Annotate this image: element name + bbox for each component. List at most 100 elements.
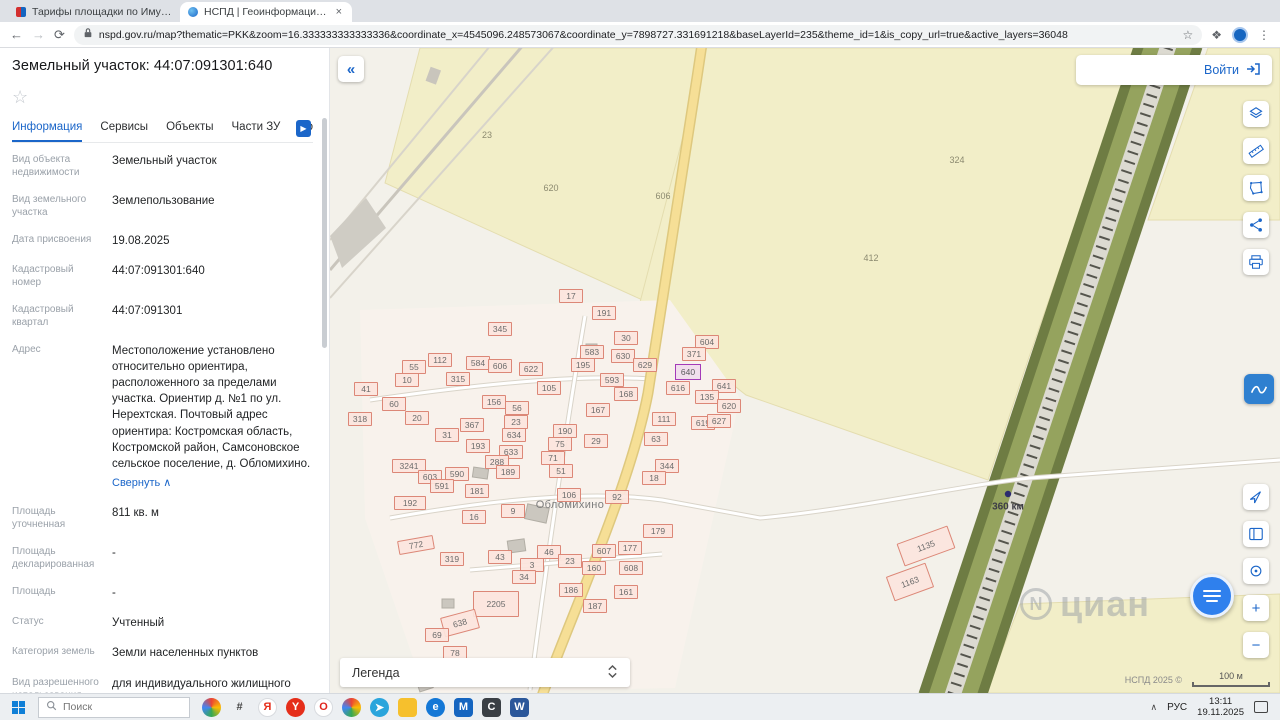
zoom-out-button[interactable]: −: [1243, 632, 1269, 658]
map-label-135[interactable]: 135: [695, 390, 719, 404]
map-label-18[interactable]: 18: [642, 471, 666, 485]
map-label-620[interactable]: 620: [717, 399, 741, 413]
people-icon[interactable]: [202, 698, 221, 717]
zoom-in-button[interactable]: +: [1243, 595, 1269, 621]
ruler-button[interactable]: [1243, 138, 1269, 164]
address-bar[interactable]: nspd.gov.ru/map?thematic=PKK&zoom=16.333…: [74, 25, 1202, 45]
locate-me-button[interactable]: [1243, 484, 1269, 510]
side-panel-button[interactable]: [1243, 521, 1269, 547]
panel-tab-Части ЗУ[interactable]: Части ЗУ: [232, 114, 281, 142]
map-label-92[interactable]: 92: [605, 490, 629, 504]
map-label-16[interactable]: 16: [462, 510, 486, 524]
word-icon[interactable]: W: [510, 698, 529, 717]
map-label-367[interactable]: 367: [460, 418, 484, 432]
bookmark-star-icon[interactable]: ☆: [1182, 28, 1193, 42]
map-label-593[interactable]: 593: [600, 373, 624, 387]
map-label-23[interactable]: 23: [558, 554, 582, 568]
tray-chevron-icon[interactable]: ∧: [1151, 702, 1158, 713]
map-label-69[interactable]: 69: [425, 628, 449, 642]
draw-tool-button[interactable]: [1244, 374, 1274, 404]
map-label-167[interactable]: 167: [586, 403, 610, 417]
search-input[interactable]: [63, 701, 163, 713]
measure-area-button[interactable]: [1243, 175, 1269, 201]
map-label-583[interactable]: 583: [580, 345, 604, 359]
notifications-icon[interactable]: [1254, 701, 1268, 713]
map-label-607[interactable]: 607: [592, 544, 616, 558]
back-icon[interactable]: ←: [10, 28, 23, 41]
map-label-1135[interactable]: 1135: [897, 525, 956, 566]
map-label-186[interactable]: 186: [559, 583, 583, 597]
yandex-icon[interactable]: Я: [258, 698, 277, 717]
map-label-63[interactable]: 63: [644, 432, 668, 446]
panel-scrollbar[interactable]: [322, 118, 327, 348]
map-label-189[interactable]: 189: [496, 465, 520, 479]
map-label-60[interactable]: 60: [382, 397, 406, 411]
map-label-156[interactable]: 156: [482, 395, 506, 409]
map-label-315[interactable]: 315: [446, 372, 470, 386]
map-label-55[interactable]: 55: [402, 360, 426, 374]
map-label-43[interactable]: 43: [488, 550, 512, 564]
clock[interactable]: 13:11 19.11.2025: [1197, 696, 1244, 719]
map-label-112[interactable]: 112: [428, 353, 452, 367]
map-label-627[interactable]: 627: [707, 414, 731, 428]
panel-tab-Объекты[interactable]: Объекты: [166, 114, 213, 142]
map-label-187[interactable]: 187: [583, 599, 607, 613]
map-label-191[interactable]: 191: [592, 306, 616, 320]
map-label-591[interactable]: 591: [430, 479, 454, 493]
map-label-772[interactable]: 772: [397, 535, 435, 555]
map-label-622[interactable]: 622: [519, 362, 543, 376]
apps-grid-icon[interactable]: #: [230, 698, 249, 717]
tab-close-icon[interactable]: ×: [334, 6, 344, 18]
menu-dots-icon[interactable]: ⋮: [1258, 28, 1270, 42]
map-label-606[interactable]: 606: [488, 359, 512, 373]
map-label-584[interactable]: 584: [466, 356, 490, 370]
folder-icon[interactable]: [398, 698, 417, 717]
map-label-608[interactable]: 608: [619, 561, 643, 575]
map-label-319[interactable]: 319: [440, 552, 464, 566]
map-label-177[interactable]: 177: [618, 541, 642, 555]
forward-icon[interactable]: →: [32, 28, 45, 41]
map-label-34[interactable]: 34: [512, 570, 536, 584]
map-label-29[interactable]: 29: [584, 434, 608, 448]
map-label-616[interactable]: 616: [666, 381, 690, 395]
cian-icon[interactable]: C: [482, 698, 501, 717]
map-label-41[interactable]: 41: [354, 382, 378, 396]
login-bar[interactable]: Войти: [1076, 55, 1272, 85]
map-label-51[interactable]: 51: [549, 464, 573, 478]
print-button[interactable]: [1243, 249, 1269, 275]
map-label-629[interactable]: 629: [633, 358, 657, 372]
map-label-71[interactable]: 71: [541, 451, 565, 465]
tabs-scroll-right-icon[interactable]: ▶: [296, 120, 311, 137]
layers-button[interactable]: [1243, 101, 1269, 127]
extensions-icon[interactable]: ❖: [1211, 28, 1222, 42]
panel-tab-Сервисы[interactable]: Сервисы: [100, 114, 148, 142]
map-label-192[interactable]: 192: [394, 496, 426, 510]
refresh-icon[interactable]: ⟳: [54, 28, 65, 41]
start-button[interactable]: [4, 694, 32, 720]
map-label-2205[interactable]: 2205: [473, 591, 519, 617]
edge-icon[interactable]: e: [426, 698, 445, 717]
map-label-1163[interactable]: 1163: [886, 563, 934, 602]
map-label-56[interactable]: 56: [505, 401, 529, 415]
map-label-634[interactable]: 634: [502, 428, 526, 442]
map-label-20[interactable]: 20: [405, 411, 429, 425]
browser-tab-nspd[interactable]: НСПД | Геоинформационный п ×: [180, 2, 352, 22]
map-canvas[interactable]: 23620606324412Обломихино360 км6401719134…: [330, 48, 1280, 693]
chrome-icon[interactable]: [342, 698, 361, 717]
map-label-31[interactable]: 31: [435, 428, 459, 442]
feedback-chat-button[interactable]: [1190, 574, 1234, 618]
map-label-318[interactable]: 318: [348, 412, 372, 426]
map-label-106[interactable]: 106: [557, 488, 581, 502]
reset-view-button[interactable]: [1243, 558, 1269, 584]
browser-tab-tariffs[interactable]: Тарифы площадки по Имущест: [8, 2, 180, 22]
telegram-icon[interactable]: ➤: [370, 698, 389, 717]
map-label-161[interactable]: 161: [614, 585, 638, 599]
map-label-23[interactable]: 23: [504, 415, 528, 429]
selected-parcel[interactable]: 640: [675, 364, 701, 380]
map-label-193[interactable]: 193: [466, 439, 490, 453]
map-label-75[interactable]: 75: [548, 437, 572, 451]
legend-toggle[interactable]: Легенда: [340, 658, 630, 687]
profile-avatar[interactable]: [1232, 27, 1248, 43]
map-label-10[interactable]: 10: [395, 373, 419, 387]
map-label-179[interactable]: 179: [643, 524, 673, 538]
